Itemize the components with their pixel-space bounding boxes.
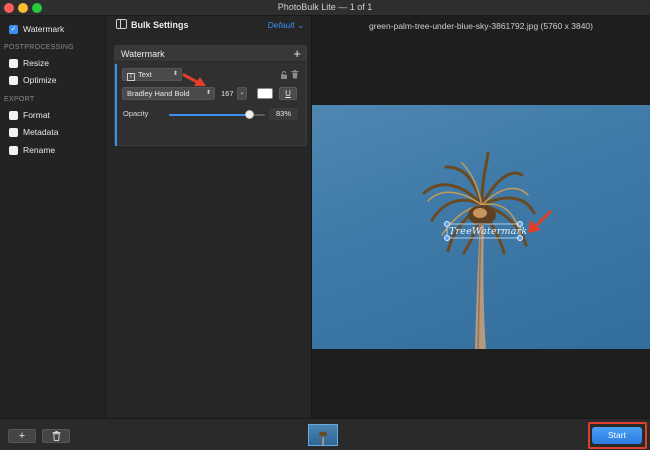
- resize-handle-bottom-right[interactable]: [517, 235, 523, 241]
- watermark-layer: T Text ⬍ Bradley Hand Bold ⬍ 167 ⌄ U Opac…: [115, 64, 306, 146]
- sidebar-item-resize[interactable]: Resize: [9, 57, 49, 69]
- chevron-updown-icon: ⬍: [205, 90, 211, 96]
- annotation-arrow-icon: [528, 210, 552, 233]
- bottom-toolbar: + Start: [0, 418, 650, 450]
- annotation-arrow-icon: [182, 73, 206, 86]
- watermark-checkbox[interactable]: ✓: [9, 24, 18, 34]
- preview-area: green-palm-tree-under-blue-sky-3861792.j…: [312, 16, 650, 418]
- preview-filename: green-palm-tree-under-blue-sky-3861792.j…: [369, 21, 593, 31]
- opacity-slider-fill: [169, 114, 249, 116]
- sidebar-item-rename[interactable]: Rename: [9, 144, 55, 156]
- opacity-label: Opacity: [123, 109, 149, 118]
- sidebar-item-watermark[interactable]: ✓ Watermark: [9, 23, 64, 35]
- trash-icon: [52, 431, 60, 441]
- resize-handle-top-left[interactable]: [444, 221, 450, 227]
- image-thumbnail[interactable]: [308, 424, 338, 446]
- sidebar-item-label: Metadata: [23, 127, 59, 137]
- sidebar: ✓ Watermark POSTPROCESSING Resize Optimi…: [0, 16, 106, 418]
- underline-button[interactable]: U: [279, 87, 297, 100]
- sidebar-toggle-icon[interactable]: [116, 19, 127, 29]
- sidebar-item-metadata[interactable]: Metadata: [9, 126, 58, 138]
- optimize-checkbox[interactable]: [9, 75, 18, 85]
- font-size-field[interactable]: 167: [221, 87, 235, 100]
- text-color-swatch[interactable]: [257, 88, 273, 99]
- watermark-card-title: Watermark: [121, 49, 165, 59]
- rename-checkbox[interactable]: [9, 145, 18, 155]
- sidebar-item-label: Watermark: [23, 24, 65, 34]
- watermark-card-header: Watermark +: [115, 46, 306, 62]
- sidebar-item-label: Optimize: [23, 75, 57, 85]
- start-button[interactable]: Start: [592, 427, 642, 444]
- resize-handle-bottom-left[interactable]: [444, 235, 450, 241]
- settings-panel: Bulk Settings Default ⌄ Watermark + T Tex…: [106, 16, 312, 418]
- format-checkbox[interactable]: [9, 110, 18, 120]
- sidebar-item-optimize[interactable]: Optimize: [9, 74, 57, 86]
- settings-header: Bulk Settings Default ⌄: [106, 16, 312, 34]
- watermark-card: Watermark + T Text ⬍ Bradley Hand Bold ⬍ …: [114, 45, 307, 146]
- opacity-slider[interactable]: [169, 110, 265, 119]
- export-header: EXPORT: [4, 96, 35, 103]
- text-type-icon: T: [127, 73, 135, 81]
- watermark-text-overlay[interactable]: TreeWatermark: [449, 226, 527, 237]
- watermark-type-value: Text: [138, 70, 152, 79]
- resize-handle-top-right[interactable]: [517, 221, 523, 227]
- lock-icon[interactable]: [280, 71, 288, 79]
- opacity-value[interactable]: 83%: [269, 108, 298, 120]
- sidebar-item-label: Rename: [23, 145, 56, 155]
- chevron-updown-icon: ⬍: [172, 71, 178, 77]
- delete-layer-icon[interactable]: [291, 70, 299, 79]
- font-size-stepper[interactable]: ⌄: [237, 87, 247, 100]
- sidebar-item-label: Format: [23, 110, 50, 120]
- watermark-type-select[interactable]: T Text ⬍: [122, 68, 182, 81]
- title-bar: PhotoBulk Lite — 1 of 1: [0, 0, 650, 16]
- font-select-value: Bradley Hand Bold: [127, 89, 190, 98]
- settings-title: Bulk Settings: [131, 20, 189, 30]
- preset-dropdown[interactable]: Default ⌄: [268, 20, 304, 31]
- opacity-slider-handle[interactable]: [244, 110, 254, 119]
- preview-image[interactable]: TreeWatermark: [312, 105, 650, 349]
- metadata-checkbox[interactable]: [9, 127, 18, 137]
- postprocessing-header: POSTPROCESSING: [4, 44, 74, 51]
- sidebar-item-format[interactable]: Format: [9, 109, 50, 121]
- resize-checkbox[interactable]: [9, 58, 18, 68]
- window-title: PhotoBulk Lite — 1 of 1: [277, 2, 373, 12]
- add-image-button[interactable]: +: [8, 429, 36, 443]
- sidebar-item-label: Resize: [23, 58, 49, 68]
- remove-image-button[interactable]: [42, 429, 70, 443]
- thumbnail-image: [319, 431, 327, 445]
- add-watermark-button[interactable]: +: [293, 46, 301, 61]
